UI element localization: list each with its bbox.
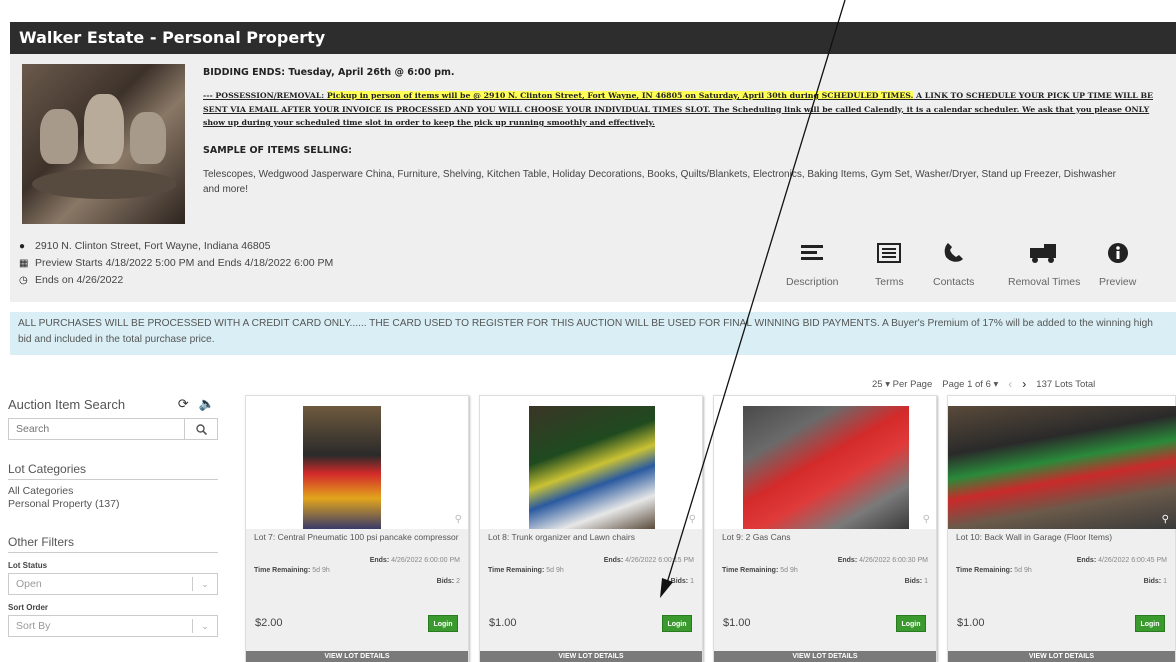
sample-items-heading: SAMPLE OF ITEMS SELLING: — [203, 144, 352, 156]
auction-page: Walker Estate - Personal Property BIDDIN… — [0, 0, 1176, 662]
time-remaining: 5d 9h — [546, 567, 564, 574]
chevron-down-icon: ⌄ — [201, 620, 209, 631]
preview-tool[interactable]: Preview — [1099, 240, 1136, 288]
lot-photo[interactable] — [303, 406, 381, 529]
refresh-icon[interactable]: ⟳ — [178, 396, 189, 412]
pagination-bar: 25 ▾ Per Page Page 1 of 6 ▾ ‹ › 137 Lots… — [872, 377, 1095, 391]
lot-card[interactable]: ⚲ Lot 10: Back Wall in Garage (Floor Ite… — [947, 395, 1176, 662]
lot-photo[interactable] — [743, 406, 909, 529]
auction-featured-photo[interactable] — [22, 64, 185, 224]
auction-description: BIDDING ENDS: Tuesday, April 26th @ 6:00… — [203, 66, 1163, 197]
search-title: Auction Item Search — [8, 396, 126, 412]
payment-notice: ALL PURCHASES WILL BE PROCESSED WITH A C… — [10, 312, 1176, 355]
terms-tool[interactable]: Terms — [875, 240, 904, 288]
lot-end-time: 4/26/2022 6:00:15 PM — [625, 557, 694, 564]
next-page-button[interactable]: › — [1022, 377, 1026, 391]
page-select[interactable]: Page 1 of 6 ▾ — [942, 379, 998, 390]
auction-meta: ● 2910 N. Clinton Street, Fort Wayne, Ind… — [19, 238, 333, 289]
lot-status-select[interactable]: Open ⌄ — [8, 573, 218, 595]
time-remaining: 5d 9h — [312, 567, 330, 574]
auction-info-panel: BIDDING ENDS: Tuesday, April 26th @ 6:00… — [10, 54, 1176, 302]
lot-title[interactable]: Lot 8: Trunk organizer and Lawn chairs — [488, 533, 694, 555]
lot-end-time: 4/26/2022 6:00:45 PM — [1098, 557, 1167, 564]
zoom-icon[interactable]: ⚲ — [1162, 514, 1169, 525]
sample-items-list: Telescopes, Wedgwood Jasperware China, F… — [203, 168, 1117, 195]
lot-title[interactable]: Lot 9: 2 Gas Cans — [722, 533, 928, 555]
page-title: Walker Estate - Personal Property — [10, 22, 1176, 54]
time-remaining: 5d 9h — [1014, 567, 1032, 574]
contacts-tool[interactable]: Contacts — [933, 240, 974, 288]
lot-title[interactable]: Lot 10: Back Wall in Garage (Floor Items… — [956, 533, 1167, 555]
clock-icon: ◷ — [19, 274, 28, 286]
lot-photo[interactable] — [529, 406, 655, 529]
current-price: $1.00 — [489, 617, 517, 629]
auction-end-date: Ends on 4/26/2022 — [35, 274, 124, 286]
preview-dates: Preview Starts 4/18/2022 5:00 PM and End… — [35, 257, 334, 269]
per-page-select[interactable]: 25 ▾ Per Page — [872, 379, 932, 390]
terms-icon — [877, 240, 902, 266]
pickup-highlight: Pickup in person of items will be @ 2910… — [326, 91, 914, 100]
current-price: $1.00 — [723, 617, 751, 629]
bid-count: 1 — [1163, 578, 1167, 585]
search-button[interactable] — [184, 419, 217, 439]
info-icon — [1107, 240, 1129, 266]
zoom-icon[interactable]: ⚲ — [455, 514, 462, 525]
login-button[interactable]: Login — [662, 615, 692, 632]
prev-page-button[interactable]: ‹ — [1008, 377, 1012, 391]
removal-times-tool[interactable]: Removal Times — [1008, 240, 1080, 288]
description-icon — [801, 240, 824, 266]
lot-status-label: Lot Status — [8, 561, 48, 570]
view-lot-details-button[interactable]: VIEW LOT DETAILS — [246, 651, 468, 662]
location-pin-icon: ● — [19, 240, 26, 252]
current-price: $2.00 — [255, 617, 283, 629]
sort-order-select[interactable]: Sort By ⌄ — [8, 615, 218, 637]
lot-end-time: 4/26/2022 6:00:30 PM — [859, 557, 928, 564]
login-button[interactable]: Login — [896, 615, 926, 632]
current-price: $1.00 — [957, 617, 985, 629]
category-personal-property[interactable]: Personal Property (137) — [8, 498, 223, 511]
speaker-icon[interactable]: 🔈 — [199, 396, 215, 412]
bid-count: 1 — [690, 578, 694, 585]
search-input[interactable] — [9, 419, 184, 439]
bidding-ends-text: BIDDING ENDS: Tuesday, April 26th @ 6:00… — [203, 67, 455, 78]
view-lot-details-button[interactable]: VIEW LOT DETAILS — [948, 651, 1175, 662]
filter-sidebar: Auction Item Search ⟳ 🔈 Lot Categories Al… — [8, 392, 223, 637]
truck-icon — [1028, 240, 1060, 266]
zoom-icon[interactable]: ⚲ — [689, 514, 696, 525]
lot-categories-heading: Lot Categories — [8, 462, 218, 480]
zoom-icon[interactable]: ⚲ — [923, 514, 930, 525]
view-lot-details-button[interactable]: VIEW LOT DETAILS — [714, 651, 936, 662]
lot-end-time: 4/26/2022 6:00:00 PM — [391, 557, 460, 564]
lot-card[interactable]: ⚲ Lot 9: 2 Gas Cans Ends: 4/26/2022 6:00… — [713, 395, 937, 662]
search-icon — [195, 423, 207, 435]
view-lot-details-button[interactable]: VIEW LOT DETAILS — [480, 651, 702, 662]
bid-count: 1 — [924, 578, 928, 585]
lot-photo[interactable] — [948, 406, 1176, 529]
login-button[interactable]: Login — [1135, 615, 1165, 632]
sort-order-label: Sort Order — [8, 603, 49, 612]
auction-address: 2910 N. Clinton Street, Fort Wayne, Indi… — [35, 240, 271, 252]
calendar-icon: ▦ — [19, 257, 29, 269]
time-remaining: 5d 9h — [780, 567, 798, 574]
lot-title[interactable]: Lot 7: Central Pneumatic 100 psi pancake… — [254, 533, 460, 555]
category-all[interactable]: All Categories — [8, 485, 223, 498]
lots-total: 137 Lots Total — [1036, 378, 1096, 390]
other-filters-heading: Other Filters — [8, 535, 218, 553]
item-search-box — [8, 418, 218, 440]
chevron-down-icon: ⌄ — [201, 578, 209, 589]
phone-icon — [943, 240, 965, 266]
description-tool[interactable]: Description — [786, 240, 839, 288]
possession-removal-text: --- POSSESSION/REMOVAL: Pickup in person… — [203, 91, 1153, 127]
login-button[interactable]: Login — [428, 615, 458, 632]
lot-card[interactable]: ⚲ Lot 8: Trunk organizer and Lawn chairs… — [479, 395, 703, 662]
lot-card[interactable]: ⚲ Lot 7: Central Pneumatic 100 psi panca… — [245, 395, 469, 662]
bid-count: 2 — [456, 578, 460, 585]
